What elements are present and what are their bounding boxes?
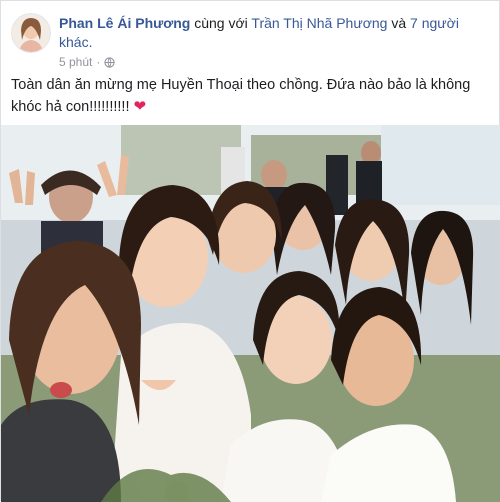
post-header: Phan Lê Ái Phương cùng với Trần Thị Nhã … [1, 1, 500, 69]
globe-icon[interactable] [104, 56, 116, 68]
author-name-link[interactable]: Phan Lê Ái Phương [59, 15, 190, 31]
post-caption: Toàn dân ăn mừng mẹ Huyền Thoại theo chồ… [11, 75, 491, 118]
post-header-text: Phan Lê Ái Phương cùng với Trần Thị Nhã … [59, 14, 479, 52]
heart-emoji-icon: ❤ [133, 98, 147, 115]
post-timestamp[interactable]: 5 phút [59, 55, 92, 69]
tagged-person-link[interactable]: Trần Thị Nhã Phương [251, 15, 387, 31]
post-photo[interactable] [1, 125, 500, 502]
facebook-post: Phan Lê Ái Phương cùng với Trần Thị Nhã … [0, 0, 500, 502]
caption-text: Toàn dân ăn mừng mẹ Huyền Thoại theo chồ… [11, 77, 471, 115]
with-text: cùng với [190, 15, 252, 31]
author-avatar[interactable] [11, 13, 51, 53]
post-meta: 5 phút · [59, 55, 116, 69]
and-text: và [387, 15, 411, 31]
